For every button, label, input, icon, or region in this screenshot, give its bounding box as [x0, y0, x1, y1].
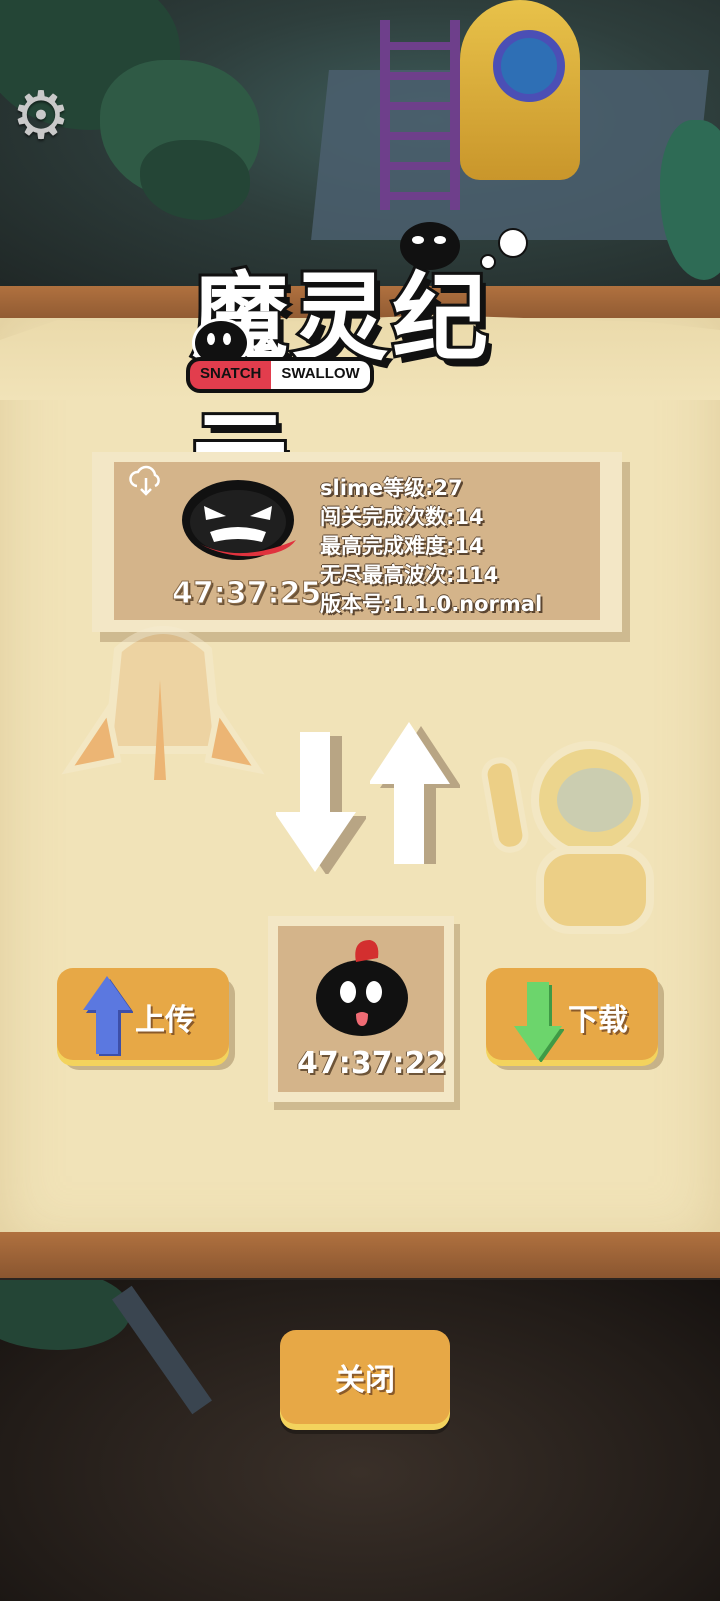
- download-button[interactable]: 下载: [486, 968, 658, 1063]
- arrow-down-green-icon: [512, 982, 565, 1063]
- upload-label: 上传: [135, 1003, 195, 1038]
- ladder-rail: [112, 1285, 212, 1415]
- rocket-window: [493, 30, 565, 102]
- settings-gear-icon[interactable]: ⚙: [10, 83, 72, 149]
- wood-bar-bottom: [0, 1232, 720, 1278]
- stat-endless-max-wave: 无尽最高波次:114: [320, 563, 499, 587]
- upload-button[interactable]: 上传: [57, 968, 229, 1060]
- cloud-download-icon: [128, 462, 164, 498]
- cloud-save-time: 47:37:25: [171, 576, 322, 612]
- stat-max-difficulty: 最高完成难度:14: [320, 534, 484, 558]
- logo-slime-icon: [400, 222, 460, 270]
- stat-version: 版本号:1.1.0.normal: [320, 592, 543, 616]
- game-logo: 魔灵纪元 SNATCH SWALLOW: [162, 222, 572, 516]
- tree: [0, 1280, 130, 1350]
- rocket-sticker-decoration: [48, 610, 278, 800]
- arrow-down-icon: [274, 732, 368, 876]
- slime-character-avatar: [180, 478, 300, 564]
- ladder: [380, 20, 460, 210]
- logo-tag-snatch: SNATCH: [190, 361, 272, 389]
- logo-tagline: SNATCH SWALLOW: [186, 357, 374, 393]
- close-button[interactable]: 关闭: [280, 1330, 450, 1424]
- background-scene-bottom: [0, 1280, 720, 1601]
- local-save-time: 47:37:22: [297, 1046, 447, 1081]
- arrow-up-blue-icon: [81, 976, 134, 1057]
- stat-stages-cleared: 闯关完成次数:14: [320, 505, 484, 529]
- cloud-save-stats: slime等级:27 闯关完成次数:14 最高完成难度:14 无尽最高波次:11…: [320, 474, 542, 619]
- bubble-icon: [480, 254, 496, 270]
- stat-slime-level: slime等级:27: [320, 476, 463, 500]
- tree: [140, 140, 250, 220]
- logo-tag-swallow: SWALLOW: [271, 361, 370, 389]
- astronaut-sticker-decoration: [470, 730, 700, 960]
- close-label: 关闭: [335, 1363, 395, 1398]
- download-label: 下载: [568, 1003, 628, 1038]
- tree: [660, 120, 720, 280]
- arrow-up-icon: [368, 722, 462, 868]
- local-slime-avatar: [312, 938, 412, 1038]
- bubble-icon: [498, 228, 528, 258]
